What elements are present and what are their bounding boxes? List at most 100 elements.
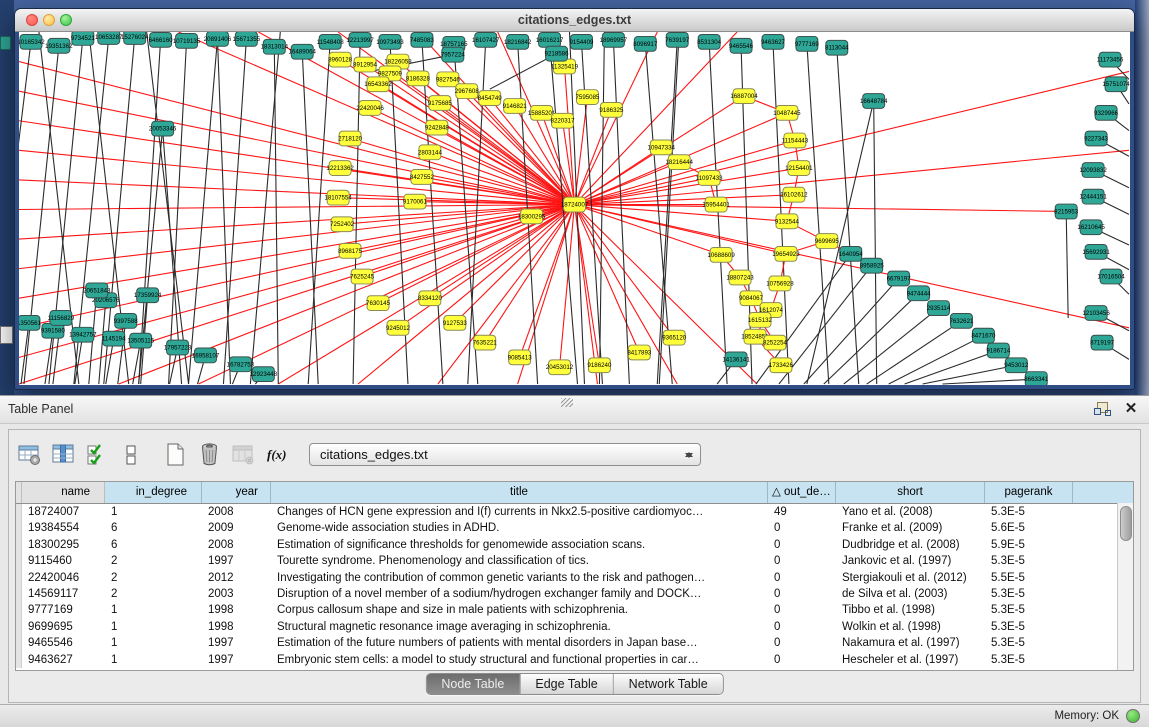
graph-node[interactable]: 13505115 [127, 333, 155, 348]
graph-node[interactable]: 12093832 [1079, 163, 1107, 178]
graph-node[interactable]: 15954401 [702, 197, 730, 212]
graph-node[interactable]: 8252254 [763, 335, 788, 350]
import-table-icon[interactable] [229, 439, 259, 469]
graph-node[interactable]: 9365120 [662, 330, 687, 345]
graph-node[interactable]: 7957224 [441, 47, 466, 62]
table-cell[interactable]: 18300295 [22, 537, 105, 553]
table-cell[interactable]: 9699695 [22, 619, 105, 635]
graph-node[interactable]: 9170061 [403, 194, 428, 209]
show-columns-icon[interactable] [49, 439, 79, 469]
select-all-icon[interactable] [83, 439, 113, 469]
graph-node[interactable]: 9127533 [443, 315, 468, 330]
graph-node[interactable]: 7632621 [949, 314, 974, 329]
table-cell[interactable]: 2 [105, 553, 202, 569]
graph-node[interactable]: 8960128 [328, 52, 353, 67]
tab-node-table[interactable]: Node Table [426, 674, 520, 694]
float-panel-icon[interactable] [1093, 400, 1113, 418]
graph-node[interactable]: 8220317 [551, 113, 576, 128]
table-cell[interactable]: 5.3E-5 [985, 652, 1073, 668]
table-cell[interactable]: Stergiakouli et al. (2012) [836, 570, 985, 586]
graph-node[interactable]: 6679197 [887, 271, 912, 286]
graph-node[interactable]: 8912954 [353, 57, 378, 72]
graph-node[interactable]: 18107554 [324, 190, 352, 205]
table-cell[interactable]: Disruption of a novel member of a sodium… [271, 586, 768, 602]
table-row[interactable]: 946362711997Embryonic stem cells: a mode… [16, 652, 1133, 668]
graph-node[interactable]: 15276024 [121, 32, 149, 44]
graph-node[interactable]: 7639197 [665, 32, 690, 47]
table-cell[interactable]: 14569117 [22, 586, 105, 602]
graph-node[interactable]: 16102612 [780, 187, 808, 202]
close-panel-icon[interactable]: ✕ [1121, 400, 1141, 418]
graph-node[interactable]: 11173456 [1097, 52, 1124, 67]
table-cell[interactable]: Changes of HCN gene expression and I(f) … [271, 504, 768, 520]
table-cell[interactable]: 1998 [202, 619, 271, 635]
graph-node[interactable]: 20053346 [149, 121, 177, 136]
graph-node[interactable]: 9132544 [775, 214, 800, 229]
table-cell[interactable]: 5.3E-5 [985, 619, 1073, 635]
graph-node[interactable]: 9397588 [114, 314, 139, 329]
graph-node[interactable]: 11154443 [782, 133, 809, 148]
graph-node[interactable]: 8215953 [1054, 204, 1079, 219]
table-cell[interactable]: Estimation of the future numbers of pati… [271, 635, 768, 651]
graph-node[interactable]: 16782753 [227, 357, 255, 372]
table-cell[interactable]: 2 [105, 586, 202, 602]
table-cell[interactable]: Tibbo et al. (1998) [836, 602, 985, 618]
graph-node[interactable]: 18724007 [561, 197, 589, 212]
graph-node[interactable]: 16107427 [472, 32, 500, 47]
scrollbar-thumb[interactable] [1120, 506, 1132, 541]
graph-node[interactable]: 9453012 [1004, 358, 1029, 373]
graph-node[interactable]: 17016504 [1097, 269, 1125, 284]
table-row[interactable]: 977716911998Corpus callosum shape and si… [16, 602, 1133, 618]
graph-node[interactable]: 16210645 [1077, 220, 1105, 235]
network-window-titlebar[interactable]: citations_edges.txt [15, 9, 1134, 32]
table-mode-icon[interactable] [15, 439, 45, 469]
graph-node[interactable]: 9227343 [1084, 131, 1109, 146]
table-cell[interactable]: 5.9E-5 [985, 537, 1073, 553]
table-cell[interactable]: Jankovic et al. (1997) [836, 553, 985, 569]
splitter-grip[interactable] [561, 398, 573, 407]
graph-node[interactable]: 19351362 [45, 38, 73, 53]
graph-node[interactable]: 9734521 [71, 32, 96, 45]
graph-node[interactable]: 8417893 [627, 345, 652, 360]
graph-node[interactable]: 19654923 [772, 246, 800, 261]
table-cell[interactable]: Wolkin et al. (1998) [836, 619, 985, 635]
network-graph[interactable]: 1872400789601288912954182260589827509165… [19, 32, 1130, 385]
table-cell[interactable]: Investigating the contribution of common… [271, 570, 768, 586]
column-header-pagerank[interactable]: pagerank [985, 482, 1073, 503]
table-cell[interactable]: 2009 [202, 520, 271, 536]
graph-node[interactable]: 9085413 [508, 350, 533, 365]
graph-node[interactable]: 16016217 [536, 32, 564, 47]
zoom-button[interactable] [60, 14, 72, 26]
table-cell[interactable]: Hescheler et al. (1997) [836, 652, 985, 668]
table-cell[interactable]: 1 [105, 635, 202, 651]
graph-node[interactable]: 10653287 [95, 32, 123, 44]
table-cell[interactable]: Yano et al. (2008) [836, 504, 985, 520]
graph-node[interactable]: 9463627 [761, 34, 786, 49]
graph-node[interactable]: 9186714 [986, 343, 1011, 358]
table-cell[interactable]: 1997 [202, 635, 271, 651]
table-selector-dropdown[interactable]: citations_edges.txt [309, 443, 701, 466]
graph-node[interactable]: 9186240 [587, 358, 612, 373]
graph-node[interactable]: 9218586 [545, 46, 570, 61]
network-window[interactable]: citations_edges.txt 18724007 896012889129… [14, 8, 1135, 390]
graph-node[interactable]: 10756928 [766, 276, 794, 291]
table-cell[interactable]: 0 [768, 520, 836, 536]
graph-node[interactable]: 15692931 [1082, 244, 1110, 259]
table-cell[interactable]: 22420046 [22, 570, 105, 586]
graph-node[interactable]: 8113044 [825, 40, 849, 55]
table-cell[interactable]: 2008 [202, 504, 271, 520]
minimize-button[interactable] [43, 14, 55, 26]
graph-node[interactable]: 8719197 [1090, 335, 1115, 350]
network-canvas[interactable]: 1872400789601288912954182260589827509165… [19, 32, 1130, 385]
table-cell[interactable]: 6 [105, 537, 202, 553]
graph-node[interactable]: 8958925 [860, 258, 885, 273]
graph-node[interactable]: 9186325 [599, 103, 624, 118]
graph-node[interactable]: 13942757 [69, 327, 97, 342]
function-builder-icon[interactable]: f(x) [263, 439, 293, 469]
column-header-title[interactable]: title [271, 482, 768, 503]
graph-node[interactable]: 16543362 [364, 77, 392, 92]
table-cell[interactable]: 5.3E-5 [985, 504, 1073, 520]
graph-node[interactable]: 16489064 [289, 44, 317, 59]
graph-node[interactable]: 7485083 [410, 32, 435, 47]
graph-node[interactable]: 1350561 [19, 315, 42, 330]
